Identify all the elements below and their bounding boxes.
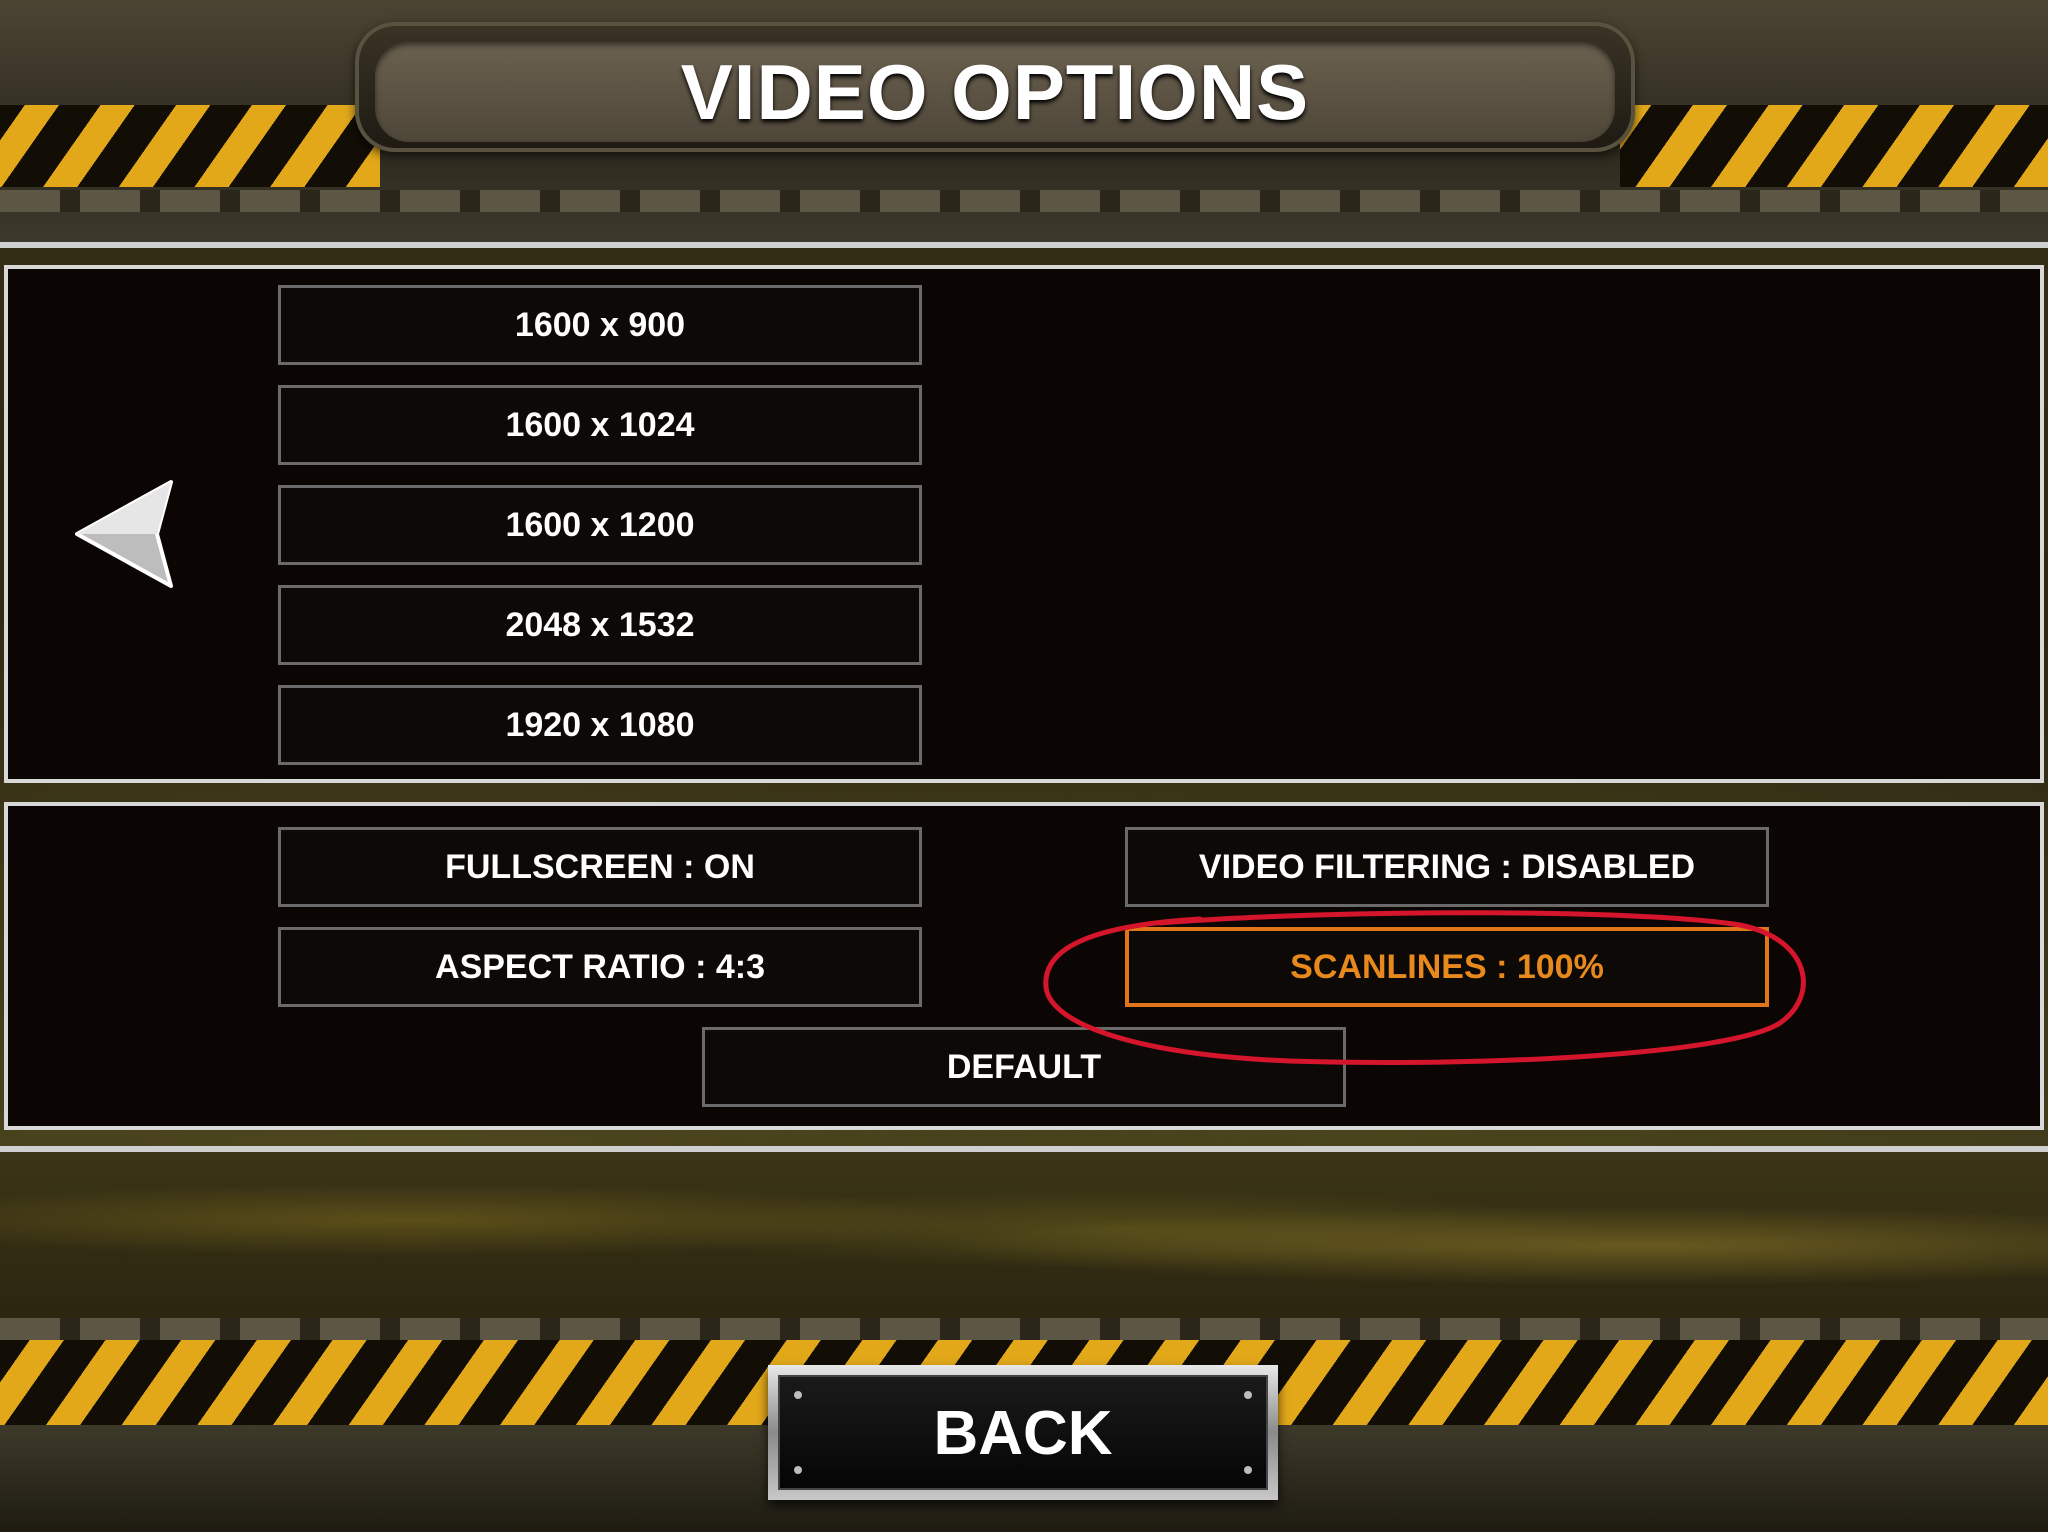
resolution-option-1600x1200[interactable]: 1600 x 1200 (278, 485, 922, 565)
back-button[interactable]: BACK (768, 1365, 1278, 1500)
resolution-option-1600x900[interactable]: 1600 x 900 (278, 285, 922, 365)
divider-top (0, 242, 2048, 248)
resolution-option-2048x1532[interactable]: 2048 x 1532 (278, 585, 922, 665)
video-options-screen: VIDEO OPTIONS 1600 x 900 1600 x 1024 160… (0, 0, 2048, 1532)
resolution-option-1600x1024[interactable]: 1600 x 1024 (278, 385, 922, 465)
aspect-ratio-toggle[interactable]: ASPECT RATIO : 4:3 (278, 927, 922, 1007)
resolution-option-1920x1080[interactable]: 1920 x 1080 (278, 685, 922, 765)
scanlines-toggle[interactable]: SCANLINES : 100% (1125, 927, 1769, 1007)
left-arrow-icon (75, 480, 173, 588)
top-rivet-strip (0, 190, 2048, 212)
back-button-label: BACK (933, 1399, 1113, 1468)
back-button-face: BACK (778, 1375, 1268, 1490)
bottom-rivet-strip (0, 1318, 2048, 1340)
background-scenery (0, 1152, 2048, 1322)
default-button[interactable]: DEFAULT (702, 1027, 1346, 1107)
hazard-stripe-top-left (0, 105, 380, 187)
video-filtering-toggle[interactable]: VIDEO FILTERING : DISABLED (1125, 827, 1769, 907)
fullscreen-toggle[interactable]: FULLSCREEN : ON (278, 827, 922, 907)
previous-page-button[interactable] (75, 478, 175, 594)
page-title: VIDEO OPTIONS (680, 48, 1310, 136)
hazard-stripe-top-right (1620, 105, 2048, 187)
